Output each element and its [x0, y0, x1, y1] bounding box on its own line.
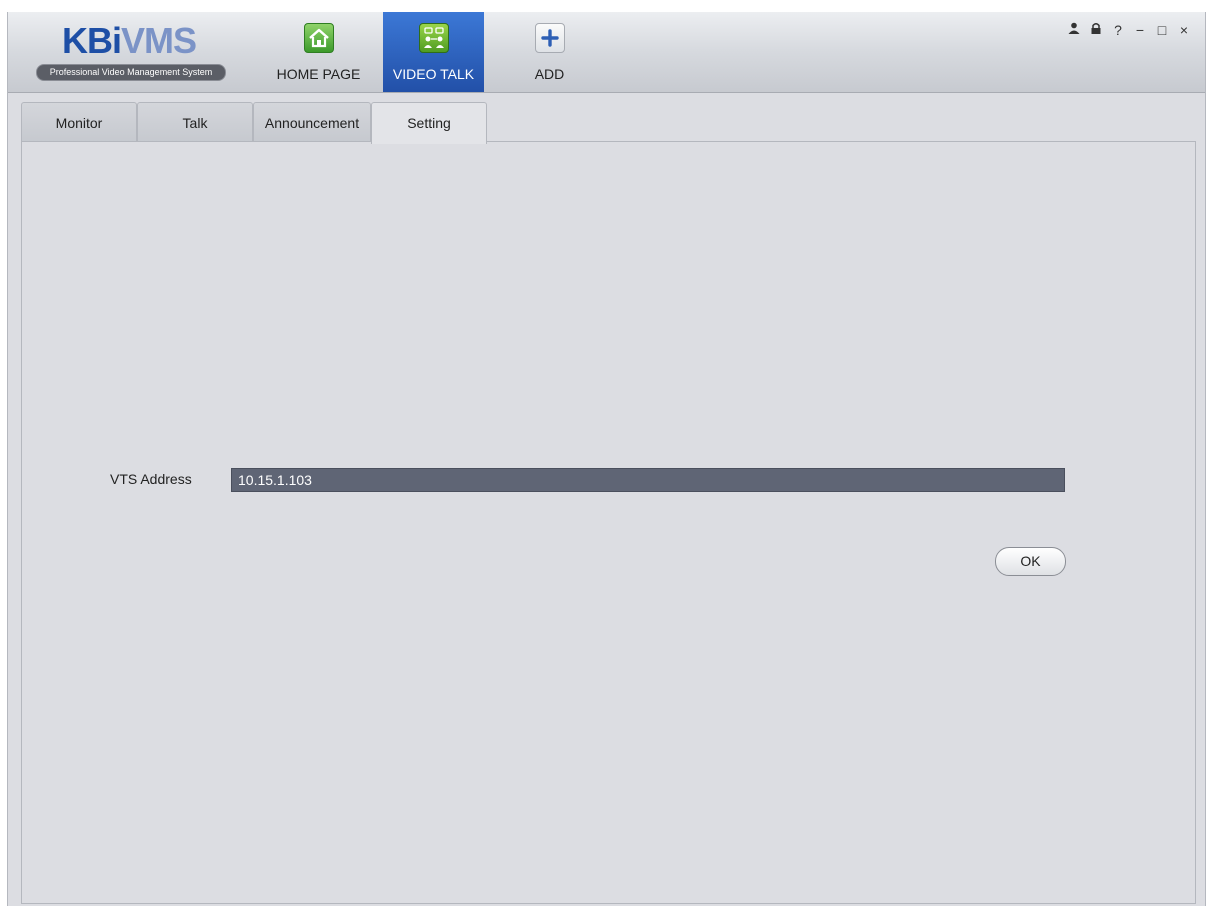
app-logo: KBiVMS Professional Video Management Sys…: [36, 16, 256, 86]
maximize-icon[interactable]: □: [1151, 20, 1173, 40]
vts-address-input[interactable]: [231, 468, 1065, 492]
tab-setting[interactable]: Setting: [371, 102, 487, 144]
plus-icon: [535, 23, 565, 53]
nav-add-label: ADD: [534, 66, 565, 82]
logo-subtitle: Professional Video Management System: [36, 64, 226, 81]
minimize-icon[interactable]: −: [1129, 20, 1151, 40]
nav-home-page[interactable]: HOME PAGE: [268, 12, 369, 92]
help-icon[interactable]: ?: [1107, 20, 1129, 40]
lock-icon[interactable]: [1085, 20, 1107, 40]
title-bar: KBiVMS Professional Video Management Sys…: [8, 12, 1205, 93]
video-talk-icon: [419, 23, 449, 53]
nav-add[interactable]: ADD: [499, 12, 600, 92]
logo-wordmark: KBiVMS: [62, 20, 197, 61]
tab-announcement[interactable]: Announcement: [253, 102, 371, 142]
user-icon[interactable]: [1063, 20, 1085, 40]
close-icon[interactable]: ×: [1173, 20, 1195, 40]
nav-home-page-label: HOME PAGE: [276, 66, 361, 82]
ok-button[interactable]: OK: [995, 547, 1066, 576]
window-controls: ? − □ ×: [1063, 20, 1195, 40]
tab-talk[interactable]: Talk: [137, 102, 253, 142]
nav-video-talk[interactable]: VIDEO TALK: [383, 12, 484, 92]
nav-video-talk-label: VIDEO TALK: [392, 66, 475, 82]
vts-address-label: VTS Address: [110, 471, 192, 487]
setting-panel: VTS Address OK: [21, 141, 1196, 904]
tab-monitor[interactable]: Monitor: [21, 102, 137, 142]
app-window: KBiVMS Professional Video Management Sys…: [7, 12, 1206, 906]
home-icon: [304, 23, 334, 53]
